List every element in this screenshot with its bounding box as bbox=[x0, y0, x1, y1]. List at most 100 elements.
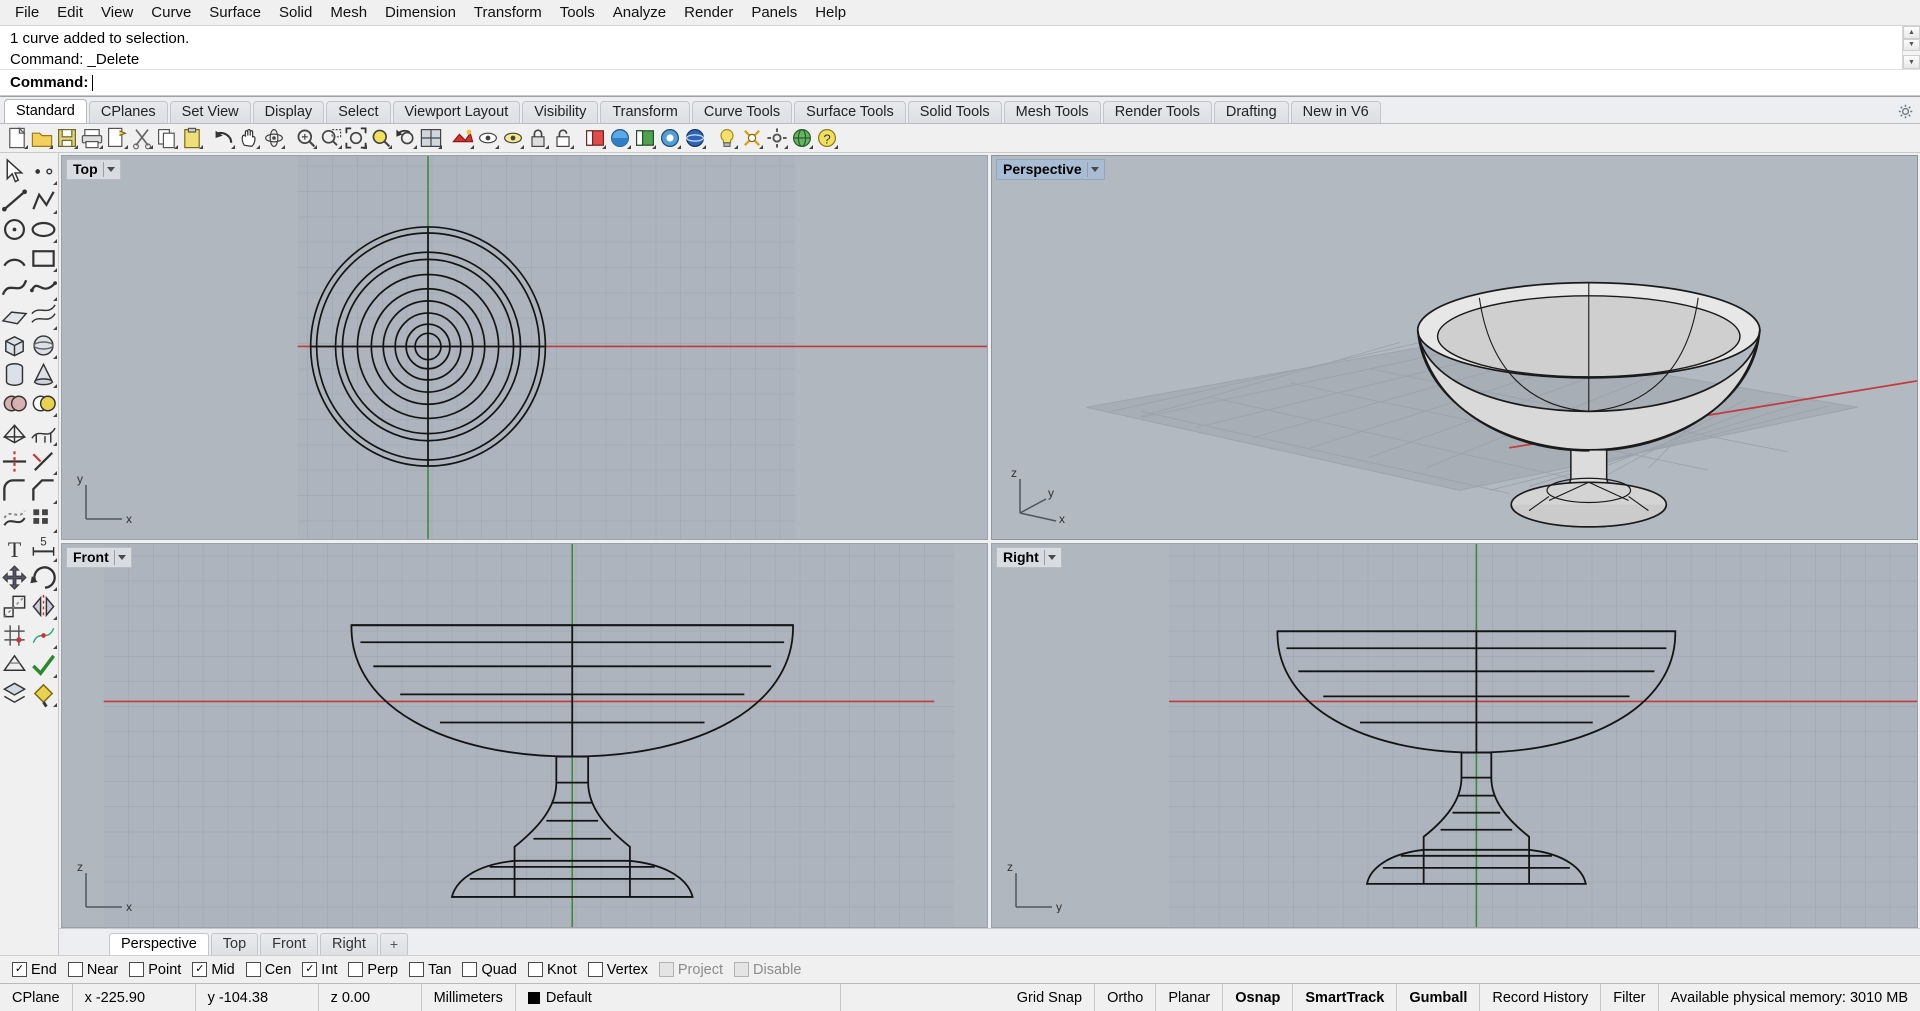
status-toggle-record-history[interactable]: Record History bbox=[1480, 984, 1602, 1011]
flyout-indicator[interactable] bbox=[49, 145, 53, 149]
fillet-icon[interactable] bbox=[0, 476, 29, 505]
osnap-quad[interactable]: Quad bbox=[460, 962, 522, 978]
layer-group-icon[interactable] bbox=[633, 126, 657, 150]
sphere-icon[interactable] bbox=[29, 331, 58, 360]
command-prompt-row[interactable]: Command: ▲ ▼ bbox=[0, 26, 1920, 96]
rotate-icon[interactable] bbox=[29, 563, 58, 592]
flyout-indicator[interactable] bbox=[338, 145, 342, 149]
checkbox-vertex[interactable] bbox=[587, 962, 603, 977]
tab-surface-tools[interactable]: Surface Tools bbox=[794, 101, 906, 123]
osnap-perp[interactable]: Perp bbox=[346, 962, 404, 978]
flyout-indicator[interactable] bbox=[53, 210, 57, 214]
status-toggle-planar[interactable]: Planar bbox=[1156, 984, 1224, 1011]
osnap-point[interactable]: Point bbox=[127, 962, 187, 978]
viewport-perspective-dropdown[interactable] bbox=[1086, 162, 1102, 177]
arc-icon[interactable] bbox=[0, 244, 29, 273]
status-toggle-gumball[interactable]: Gumball bbox=[1397, 984, 1481, 1011]
cylinder-icon[interactable] bbox=[0, 360, 29, 389]
flyout-indicator[interactable] bbox=[627, 145, 631, 149]
flyout-indicator[interactable] bbox=[702, 145, 706, 149]
boolean-diff-icon[interactable] bbox=[29, 389, 58, 418]
flyout-indicator[interactable] bbox=[652, 145, 656, 149]
save-icon[interactable] bbox=[55, 126, 79, 150]
flyout-indicator[interactable] bbox=[174, 145, 178, 149]
menu-item-view[interactable]: View bbox=[92, 2, 142, 24]
menu-item-solid[interactable]: Solid bbox=[270, 2, 321, 24]
zoom-in-icon[interactable] bbox=[294, 126, 318, 150]
viewport-perspective[interactable]: Perspective z y x bbox=[991, 155, 1918, 540]
status-toggle-filter[interactable]: Filter bbox=[1601, 984, 1659, 1011]
status-toggle-grid-snap[interactable]: Grid Snap bbox=[1005, 984, 1096, 1011]
checkbox-quad[interactable] bbox=[462, 962, 478, 977]
flyout-indicator[interactable] bbox=[53, 384, 57, 388]
move-icon[interactable] bbox=[0, 563, 29, 592]
layer-on-icon[interactable] bbox=[608, 126, 632, 150]
viewport-top-dropdown[interactable] bbox=[102, 162, 118, 177]
tab-render-tools[interactable]: Render Tools bbox=[1102, 101, 1212, 123]
flyout-indicator[interactable] bbox=[74, 145, 78, 149]
flyout-indicator[interactable] bbox=[520, 145, 524, 149]
viewport-tab-right[interactable]: Right bbox=[320, 933, 378, 955]
status-layer[interactable]: Default bbox=[516, 984, 841, 1011]
viewport-top[interactable]: Top y x bbox=[61, 155, 988, 540]
layer-sphere-icon[interactable] bbox=[683, 126, 707, 150]
status-toggle-ortho[interactable]: Ortho bbox=[1095, 984, 1157, 1011]
menu-item-surface[interactable]: Surface bbox=[200, 2, 270, 24]
open-folder-icon[interactable] bbox=[30, 126, 54, 150]
tab-set-view[interactable]: Set View bbox=[169, 101, 251, 123]
mirror-icon[interactable] bbox=[29, 592, 58, 621]
flyout-indicator[interactable] bbox=[413, 145, 417, 149]
menu-item-transform[interactable]: Transform bbox=[465, 2, 551, 24]
trim-icon[interactable] bbox=[0, 447, 29, 476]
flyout-indicator[interactable] bbox=[199, 145, 203, 149]
split-icon[interactable] bbox=[29, 447, 58, 476]
add-viewport-tab-icon[interactable]: + bbox=[379, 933, 409, 955]
circle-icon[interactable] bbox=[0, 215, 29, 244]
freeform-curve-icon[interactable] bbox=[29, 273, 58, 302]
tab-solid-tools[interactable]: Solid Tools bbox=[907, 101, 1002, 123]
grid-snap-icon[interactable] bbox=[0, 621, 29, 650]
viewport-layout-icon[interactable] bbox=[419, 126, 443, 150]
text-icon[interactable]: T bbox=[0, 534, 29, 563]
flyout-indicator[interactable] bbox=[759, 145, 763, 149]
paste-icon[interactable] bbox=[180, 126, 204, 150]
flyout-indicator[interactable] bbox=[24, 145, 28, 149]
paint-bucket-icon[interactable] bbox=[29, 679, 58, 708]
flyout-indicator[interactable] bbox=[99, 145, 103, 149]
menu-item-curve[interactable]: Curve bbox=[142, 2, 200, 24]
flyout-indicator[interactable] bbox=[53, 239, 57, 243]
check-icon[interactable] bbox=[29, 650, 58, 679]
flyout-indicator[interactable] bbox=[495, 145, 499, 149]
flyout-indicator[interactable] bbox=[53, 645, 57, 649]
hide-objects-icon[interactable] bbox=[476, 126, 500, 150]
flyout-indicator[interactable] bbox=[231, 145, 235, 149]
unlock-objects-icon[interactable] bbox=[551, 126, 575, 150]
tab-visibility[interactable]: Visibility bbox=[522, 101, 599, 123]
checkbox-end[interactable]: ✓ bbox=[12, 962, 27, 977]
flyout-indicator[interactable] bbox=[53, 587, 57, 591]
command-history[interactable]: 1 curve added to selection. Command: _De… bbox=[0, 26, 1920, 70]
flyout-indicator[interactable] bbox=[53, 268, 57, 272]
flyout-indicator[interactable] bbox=[124, 145, 128, 149]
flyout-indicator[interactable] bbox=[388, 145, 392, 149]
osnap-cen[interactable]: Cen bbox=[244, 962, 298, 978]
offset-icon[interactable] bbox=[0, 505, 29, 534]
flyout-indicator[interactable] bbox=[677, 145, 681, 149]
scroll-down-icon[interactable]: ▼ bbox=[1903, 55, 1920, 69]
copy-icon[interactable] bbox=[155, 126, 179, 150]
flyout-indicator[interactable] bbox=[53, 326, 57, 330]
flyout-indicator[interactable] bbox=[53, 413, 57, 417]
flyout-indicator[interactable] bbox=[438, 145, 442, 149]
flyout-indicator[interactable] bbox=[363, 145, 367, 149]
flyout-indicator[interactable] bbox=[53, 355, 57, 359]
select-point-icon[interactable] bbox=[29, 157, 58, 186]
menu-item-render[interactable]: Render bbox=[675, 2, 742, 24]
osnap-knot[interactable]: Knot bbox=[526, 962, 583, 978]
zoom-extents-icon[interactable] bbox=[344, 126, 368, 150]
osnap-end[interactable]: ✓ End bbox=[10, 962, 63, 978]
checkbox-disable[interactable] bbox=[734, 962, 750, 977]
flyout-indicator[interactable] bbox=[570, 145, 574, 149]
mesh-from-surface-icon[interactable] bbox=[29, 418, 58, 447]
flyout-indicator[interactable] bbox=[53, 297, 57, 301]
tab-mesh-tools[interactable]: Mesh Tools bbox=[1003, 101, 1101, 123]
